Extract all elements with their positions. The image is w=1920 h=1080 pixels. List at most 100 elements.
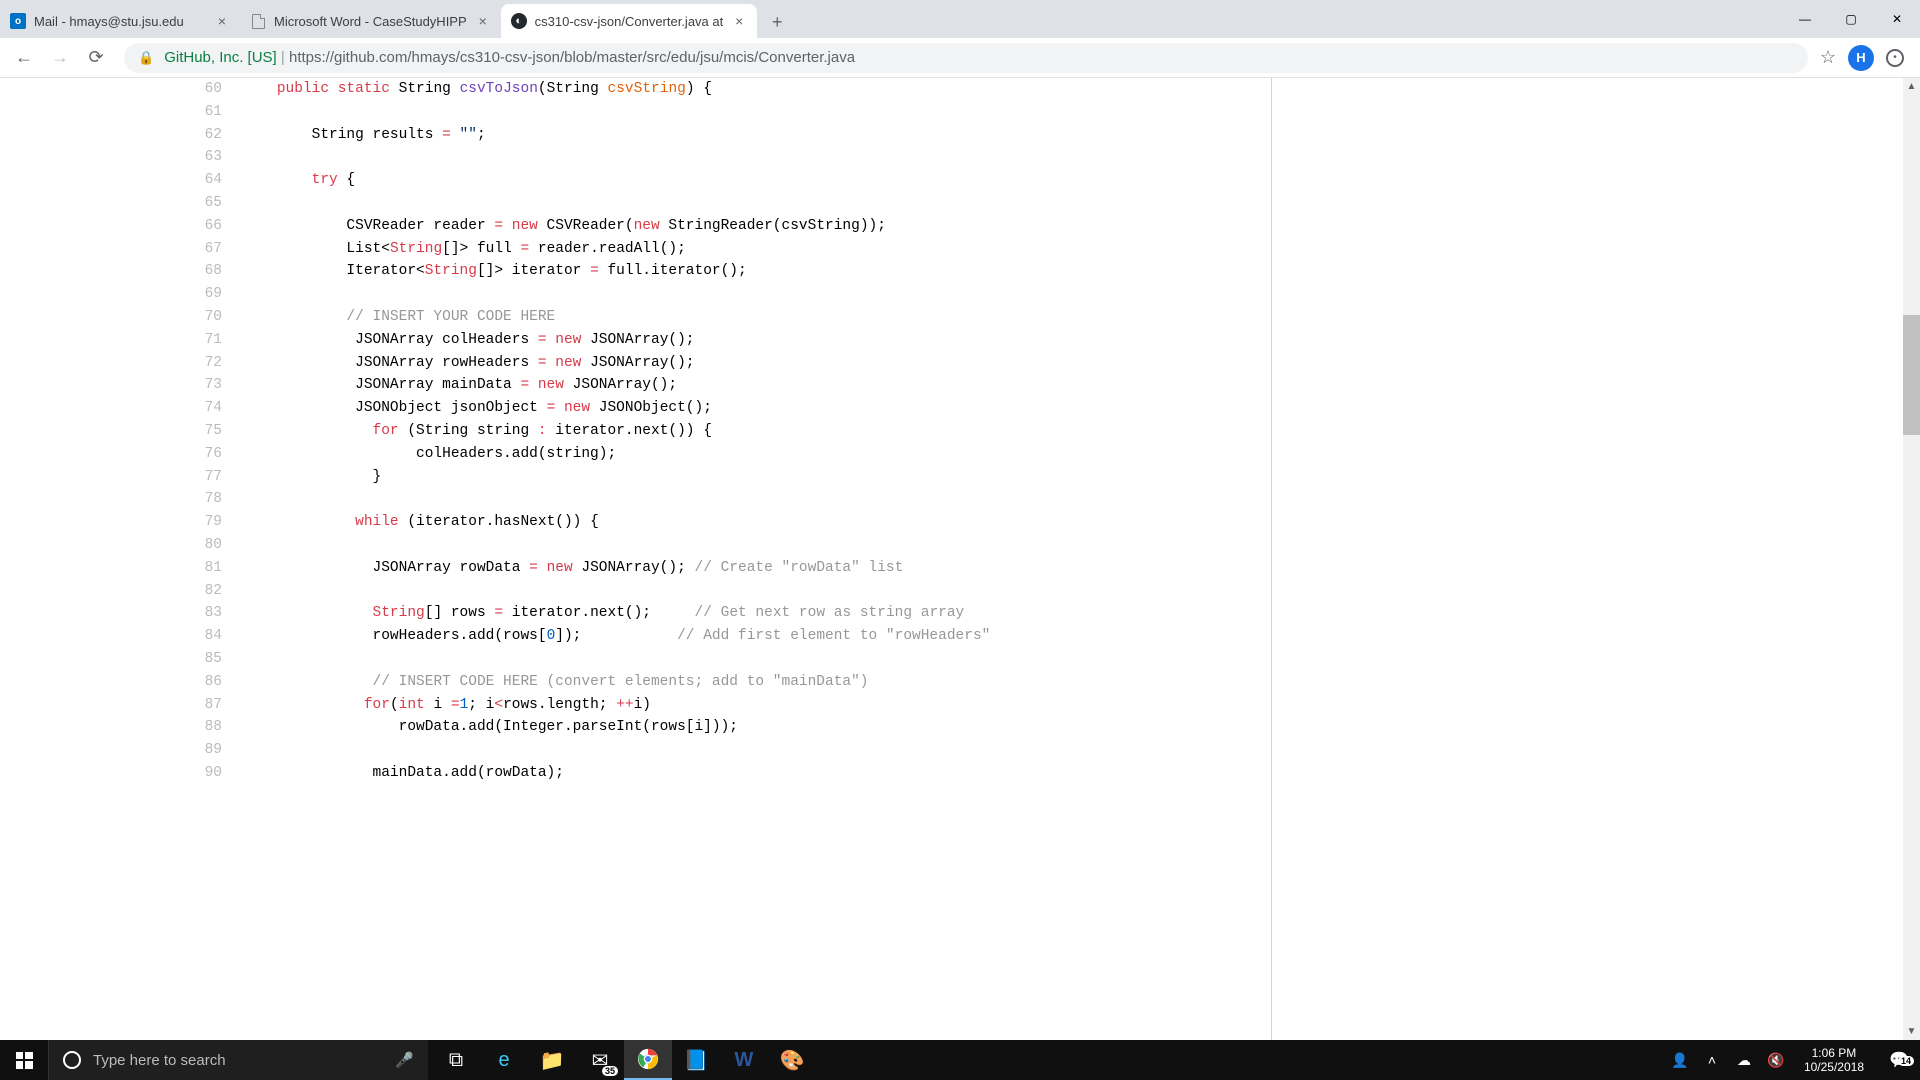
code-text: JSONObject jsonObject = new JSONObject()… <box>232 397 712 420</box>
close-icon[interactable]: × <box>731 13 747 29</box>
code-line[interactable]: 80 <box>182 534 1271 557</box>
line-number: 86 <box>182 671 232 694</box>
line-number: 61 <box>182 101 232 124</box>
code-line[interactable]: 72 JSONArray rowHeaders = new JSONArray(… <box>182 352 1271 375</box>
line-number: 79 <box>182 511 232 534</box>
notepad-icon[interactable]: 📘 <box>672 1040 720 1080</box>
code-line[interactable]: 73 JSONArray mainData = new JSONArray(); <box>182 374 1271 397</box>
edge-icon[interactable]: e <box>480 1040 528 1080</box>
code-line[interactable]: 63 <box>182 146 1271 169</box>
line-number: 66 <box>182 215 232 238</box>
line-number: 89 <box>182 739 232 762</box>
task-view-icon[interactable]: ⧉ <box>432 1040 480 1080</box>
code-text <box>232 648 242 671</box>
paint-icon[interactable]: 🎨 <box>768 1040 816 1080</box>
maximize-button[interactable]: ▢ <box>1828 0 1874 38</box>
word-icon[interactable]: W <box>720 1040 768 1080</box>
line-number: 75 <box>182 420 232 443</box>
scroll-up-icon[interactable]: ▲ <box>1903 78 1920 95</box>
people-icon[interactable]: 👤 <box>1666 1052 1694 1069</box>
code-line[interactable]: 90 mainData.add(rowData); <box>182 762 1271 785</box>
code-text <box>232 534 242 557</box>
tray-chevron-up-icon[interactable]: ˄ <box>1698 1052 1726 1068</box>
code-line[interactable]: 89 <box>182 739 1271 762</box>
code-line[interactable]: 60 public static String csvToJson(String… <box>182 78 1271 101</box>
lock-icon: 🔒 <box>138 50 154 66</box>
onedrive-icon[interactable]: ☁ <box>1730 1052 1758 1069</box>
close-icon[interactable]: × <box>214 13 230 29</box>
volume-icon[interactable]: 🔇 <box>1762 1052 1790 1069</box>
code-line[interactable]: 67 List<String[]> full = reader.readAll(… <box>182 238 1271 261</box>
action-center-icon[interactable]: 💬14 <box>1878 1050 1920 1070</box>
code-text <box>232 283 242 306</box>
code-line[interactable]: 76 colHeaders.add(string); <box>182 443 1271 466</box>
code-line[interactable]: 86 // INSERT CODE HERE (convert elements… <box>182 671 1271 694</box>
code-line[interactable]: 82 <box>182 580 1271 603</box>
new-tab-button[interactable]: + <box>763 8 791 36</box>
code-line[interactable]: 88 rowData.add(Integer.parseInt(rows[i])… <box>182 716 1271 739</box>
taskbar-search[interactable]: Type here to search 🎤 <box>48 1040 428 1080</box>
mic-icon[interactable]: 🎤 <box>395 1051 414 1069</box>
taskbar-clock[interactable]: 1:06 PM 10/25/2018 <box>1794 1046 1874 1074</box>
omnibox[interactable]: 🔒 GitHub, Inc. [US] | https://github.com… <box>124 43 1808 73</box>
reload-button[interactable]: ⟳ <box>80 42 112 74</box>
code-text: for(int i =1; i<rows.length; ++i) <box>232 694 651 717</box>
code-text: JSONArray rowData = new JSONArray(); // … <box>232 557 903 580</box>
code-line[interactable]: 69 <box>182 283 1271 306</box>
bookmark-star-icon[interactable]: ☆ <box>1820 47 1836 68</box>
code-line[interactable]: 85 <box>182 648 1271 671</box>
code-line[interactable]: 87 for(int i =1; i<rows.length; ++i) <box>182 694 1271 717</box>
code-line[interactable]: 70 // INSERT YOUR CODE HERE <box>182 306 1271 329</box>
code-line[interactable]: 68 Iterator<String[]> iterator = full.it… <box>182 260 1271 283</box>
scroll-thumb[interactable] <box>1903 315 1920 435</box>
code-text: JSONArray colHeaders = new JSONArray(); <box>232 329 695 352</box>
tab-title: Microsoft Word - CaseStudyHIPP <box>274 14 467 29</box>
code-line[interactable]: 84 rowHeaders.add(rows[0]); // Add first… <box>182 625 1271 648</box>
code-line[interactable]: 77 } <box>182 466 1271 489</box>
code-line[interactable]: 83 String[] rows = iterator.next(); // G… <box>182 602 1271 625</box>
chrome-icon[interactable] <box>624 1040 672 1080</box>
code-line[interactable]: 74 JSONObject jsonObject = new JSONObjec… <box>182 397 1271 420</box>
taskbar-apps: ⧉ e 📁 ✉35 📘 W 🎨 <box>432 1040 816 1080</box>
scroll-track[interactable] <box>1903 95 1920 1023</box>
code-text <box>232 580 242 603</box>
code-line[interactable]: 75 for (String string : iterator.next())… <box>182 420 1271 443</box>
browser-menu-icon[interactable]: • <box>1886 49 1904 67</box>
windows-logo-icon <box>16 1052 33 1069</box>
code-line[interactable]: 65 <box>182 192 1271 215</box>
close-icon[interactable]: × <box>475 13 491 29</box>
tab-word[interactable]: Microsoft Word - CaseStudyHIPP × <box>240 4 501 38</box>
code-line[interactable]: 71 JSONArray colHeaders = new JSONArray(… <box>182 329 1271 352</box>
line-number: 82 <box>182 580 232 603</box>
code-line[interactable]: 66 CSVReader reader = new CSVReader(new … <box>182 215 1271 238</box>
file-icon <box>250 13 266 29</box>
code-viewer[interactable]: 60 public static String csvToJson(String… <box>182 78 1272 1040</box>
code-line[interactable]: 78 <box>182 488 1271 511</box>
code-text: public static String csvToJson(String cs… <box>232 78 712 101</box>
tab-github[interactable]: ◐ cs310-csv-json/Converter.java at × <box>501 4 758 38</box>
tab-mail[interactable]: o Mail - hmays@stu.jsu.edu × <box>0 4 240 38</box>
back-button[interactable]: ← <box>8 42 40 74</box>
start-button[interactable] <box>0 1040 48 1080</box>
code-line[interactable]: 81 JSONArray rowData = new JSONArray(); … <box>182 557 1271 580</box>
close-window-button[interactable]: ✕ <box>1874 0 1920 38</box>
code-text: Iterator<String[]> iterator = full.itera… <box>232 260 747 283</box>
profile-avatar[interactable]: H <box>1848 45 1874 71</box>
minimize-button[interactable]: — <box>1782 0 1828 38</box>
file-explorer-icon[interactable]: 📁 <box>528 1040 576 1080</box>
code-text: try { <box>232 169 355 192</box>
code-text: // INSERT CODE HERE (convert elements; a… <box>232 671 869 694</box>
line-number: 62 <box>182 124 232 147</box>
code-text: CSVReader reader = new CSVReader(new Str… <box>232 215 886 238</box>
line-number: 71 <box>182 329 232 352</box>
code-line[interactable]: 61 <box>182 101 1271 124</box>
vertical-scrollbar[interactable]: ▲ ▼ <box>1903 78 1920 1040</box>
mail-icon[interactable]: ✉35 <box>576 1040 624 1080</box>
line-number: 78 <box>182 488 232 511</box>
code-line[interactable]: 64 try { <box>182 169 1271 192</box>
code-line[interactable]: 62 String results = ""; <box>182 124 1271 147</box>
code-text: } <box>232 466 381 489</box>
code-line[interactable]: 79 while (iterator.hasNext()) { <box>182 511 1271 534</box>
scroll-down-icon[interactable]: ▼ <box>1903 1023 1920 1040</box>
forward-button[interactable]: → <box>44 42 76 74</box>
